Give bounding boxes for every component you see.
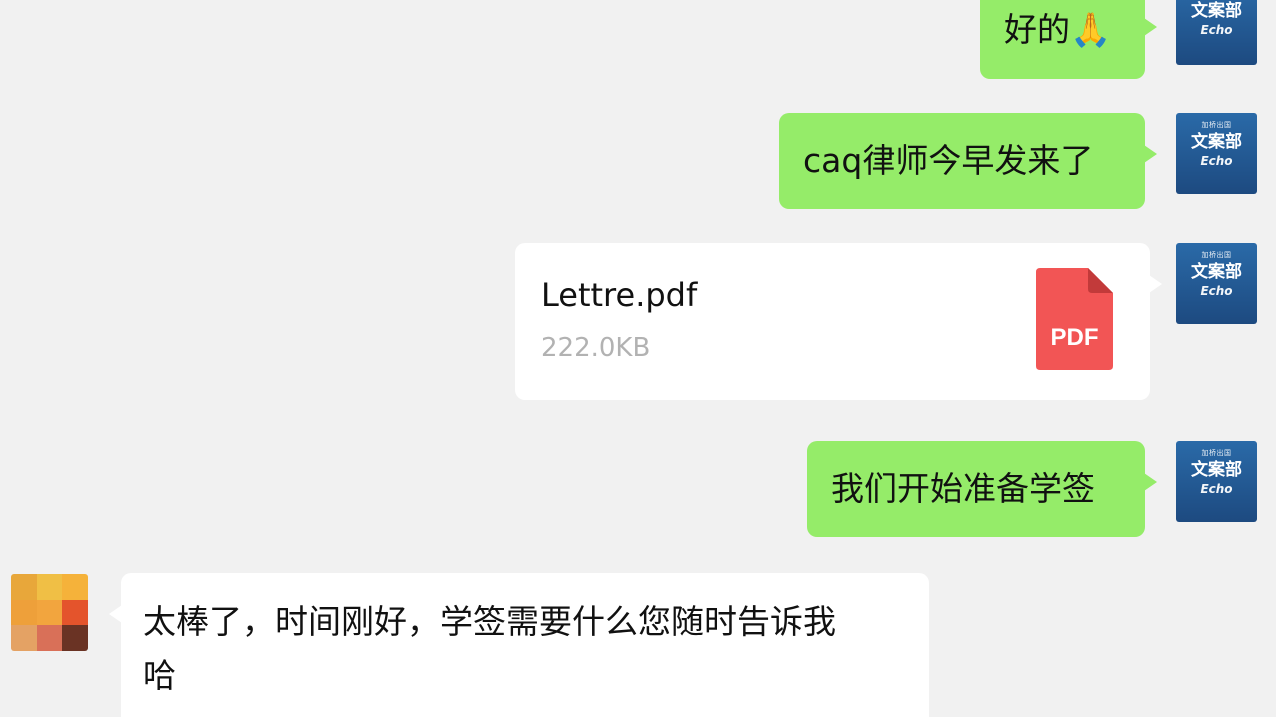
message-text-line-2: 哈 bbox=[143, 656, 176, 695]
message-bubble-self[interactable]: 好的🙏 bbox=[980, 0, 1157, 79]
avatar-pixel bbox=[62, 599, 88, 626]
other-user-avatar[interactable] bbox=[11, 574, 88, 651]
message-text: caq律师今早发来了 bbox=[803, 141, 1094, 180]
message-bubble-other[interactable]: 太棒了，时间刚好，学签需要什么您随时告诉我 哈 bbox=[109, 573, 929, 717]
avatar-brand-text: 加桥出国 bbox=[1201, 121, 1232, 129]
avatar-dept-text: 文案部 bbox=[1191, 1, 1242, 21]
pdf-file-icon: PDF bbox=[1036, 268, 1113, 370]
file-name: Lettre.pdf bbox=[541, 276, 698, 314]
avatar-dept-text: 文案部 bbox=[1191, 262, 1242, 282]
avatar-name-text: Echo bbox=[1200, 284, 1233, 298]
self-avatar[interactable]: 加桥出国 文案部 Echo bbox=[1176, 243, 1257, 324]
message-bubble-self[interactable]: 我们开始准备学签 bbox=[807, 441, 1157, 537]
pray-hands-icon: 🙏 bbox=[1070, 10, 1112, 49]
file-size: 222.0KB bbox=[541, 333, 651, 363]
avatar-brand-text: 加桥出国 bbox=[1201, 251, 1232, 259]
pdf-label: PDF bbox=[1050, 324, 1099, 351]
avatar-name-text: Echo bbox=[1200, 23, 1233, 37]
avatar-pixel bbox=[11, 625, 37, 651]
avatar-pixel bbox=[11, 599, 37, 626]
avatar-pixel bbox=[36, 625, 63, 651]
avatar-pixel bbox=[36, 599, 63, 626]
avatar-pixel bbox=[62, 574, 88, 600]
self-avatar[interactable]: 加桥出国 文案部 Echo bbox=[1176, 113, 1257, 194]
chat-window: 好的🙏 加桥出国 文案部 Echo caq律师今早发来了 加桥出国 文案部 Ec… bbox=[0, 0, 1276, 717]
avatar-pixel bbox=[62, 625, 88, 651]
self-avatar[interactable]: 加桥出国 文案部 Echo bbox=[1176, 441, 1257, 522]
avatar-name-text: Echo bbox=[1200, 154, 1233, 168]
avatar-brand-text: 加桥出国 bbox=[1201, 449, 1232, 457]
avatar-dept-text: 文案部 bbox=[1191, 132, 1242, 152]
message-bubble-self[interactable]: caq律师今早发来了 bbox=[779, 113, 1157, 209]
avatar-pixel bbox=[36, 574, 63, 600]
message-text: 好的 bbox=[1004, 10, 1070, 49]
avatar-name-text: Echo bbox=[1200, 482, 1233, 496]
message-text-line-1: 太棒了，时间刚好，学签需要什么您随时告诉我 bbox=[143, 602, 836, 641]
avatar-dept-text: 文案部 bbox=[1191, 460, 1242, 480]
message-text: 我们开始准备学签 bbox=[831, 469, 1095, 508]
avatar-pixel bbox=[11, 574, 37, 600]
self-avatar[interactable]: 加桥出国 文案部 Echo bbox=[1176, 0, 1257, 65]
file-message-card[interactable]: Lettre.pdf 222.0KB PDF bbox=[515, 243, 1162, 400]
